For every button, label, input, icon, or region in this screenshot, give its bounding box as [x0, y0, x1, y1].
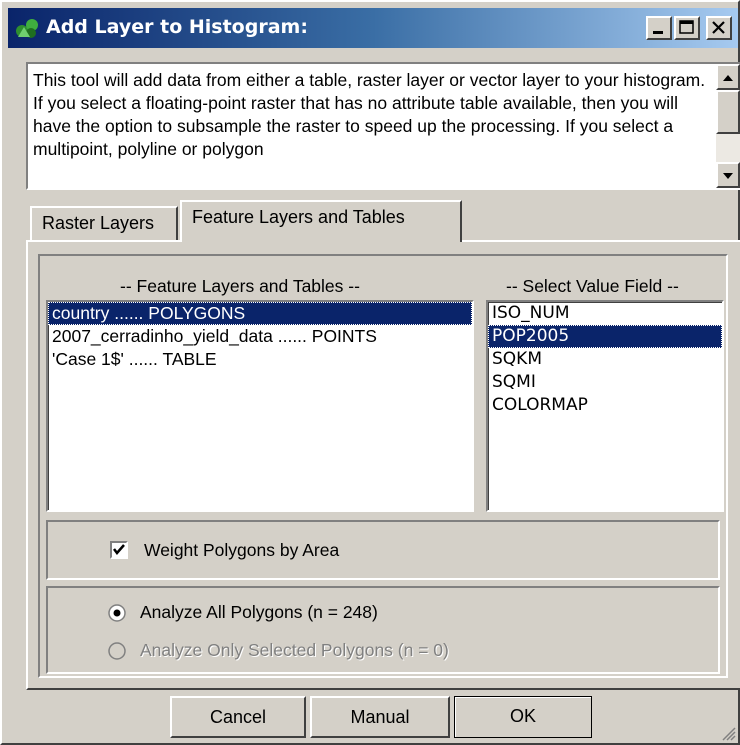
checkmark-icon — [113, 544, 125, 555]
tab-panel: -- Feature Layers and Tables -- -- Selec… — [26, 240, 740, 690]
ok-button[interactable]: OK — [454, 696, 592, 738]
weight-group: Weight Polygons by Area — [46, 520, 720, 580]
list-item[interactable]: SQKM — [488, 348, 722, 371]
resize-grip-icon[interactable] — [720, 725, 736, 741]
list-item[interactable]: ISO_NUM — [488, 302, 722, 325]
value-field-header: -- Select Value Field -- — [506, 276, 679, 296]
maximize-icon — [679, 20, 694, 34]
analyze-selected-label: Analyze Only Selected Polygons (n = 0) — [140, 640, 449, 660]
tab-raster-layers[interactable]: Raster Layers — [30, 206, 178, 240]
weight-label: Weight Polygons by Area — [144, 540, 340, 560]
window-title: Add Layer to Histogram: — [46, 16, 308, 38]
feature-group: -- Feature Layers and Tables -- -- Selec… — [38, 254, 728, 678]
weight-checkbox[interactable] — [110, 541, 128, 559]
title-bar[interactable]: Add Layer to Histogram: — [8, 8, 738, 48]
description-scrollbar[interactable] — [716, 64, 740, 188]
list-item[interactable]: 2007_cerradinho_yield_data ...... POINTS — [48, 325, 472, 348]
analyze-all-label: Analyze All Polygons (n = 248) — [140, 602, 378, 622]
feature-list-header: -- Feature Layers and Tables -- — [120, 276, 360, 296]
arrow-down-icon — [723, 173, 733, 179]
minimize-icon — [653, 31, 663, 34]
list-item[interactable]: 'Case 1$' ...... TABLE — [48, 348, 472, 371]
list-item[interactable]: country ...... POLYGONS — [48, 302, 472, 325]
manual-button[interactable]: Manual — [310, 696, 450, 738]
minimize-button[interactable] — [646, 16, 672, 40]
close-icon — [712, 21, 725, 34]
list-item[interactable]: SQMI — [488, 371, 722, 394]
radio-analyze-all[interactable] — [108, 604, 126, 622]
scroll-thumb[interactable] — [716, 90, 740, 134]
scroll-down-button[interactable] — [716, 162, 740, 188]
value-field-list[interactable]: ISO_NUM POP2005 SQKM SQMI COLORMAP — [486, 300, 724, 512]
description-text: This tool will add data from either a ta… — [33, 70, 706, 159]
dialog-window: Add Layer to Histogram: This tool will a… — [0, 0, 740, 745]
list-item[interactable]: POP2005 — [488, 325, 722, 348]
tab-feature-layers[interactable]: Feature Layers and Tables — [180, 200, 462, 242]
radio-analyze-selected[interactable] — [108, 642, 126, 660]
maximize-button[interactable] — [674, 16, 700, 40]
layers-app-icon — [16, 19, 38, 38]
analyze-group: Analyze All Polygons (n = 248) Analyze O… — [46, 586, 720, 674]
arrow-up-icon — [723, 75, 733, 81]
list-item[interactable]: COLORMAP — [488, 394, 722, 417]
close-button[interactable] — [706, 16, 732, 40]
description-box[interactable]: This tool will add data from either a ta… — [26, 62, 740, 190]
cancel-button[interactable]: Cancel — [170, 696, 306, 738]
feature-layers-list[interactable]: country ...... POLYGONS 2007_cerradinho_… — [46, 300, 474, 512]
scroll-up-button[interactable] — [716, 64, 740, 90]
